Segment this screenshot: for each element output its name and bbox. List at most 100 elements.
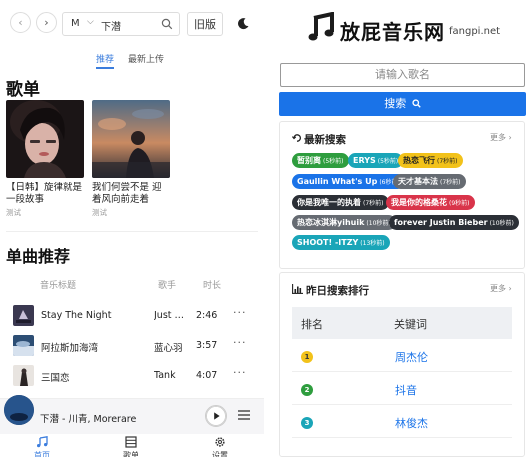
- recent-search-tag[interactable]: SHOOT! -ITZY (13秒前): [292, 235, 390, 250]
- tag-time: (10秒前): [489, 220, 514, 227]
- search-input[interactable]: M ⌵ 下潜: [62, 12, 180, 36]
- playlist-cover: [92, 100, 170, 178]
- bar-chart-icon: [292, 284, 303, 294]
- recent-search-tag[interactable]: ERYS (5秒前): [348, 153, 404, 168]
- rank-keyword-link[interactable]: 林俊杰: [395, 415, 428, 431]
- header-keyword: 关键词: [394, 318, 427, 331]
- back-button[interactable]: ‹: [10, 12, 31, 33]
- tag-name: 你是我唯一的执着: [297, 198, 361, 207]
- music-app-panel: ‹ › M ⌵ 下潜 旧版 推荐 最新上传 歌单 【日韩】旋律就是一段故事 测试…: [0, 0, 264, 457]
- tag-name: 天才基本法: [398, 177, 438, 186]
- song-row[interactable]: Stay The Night Just Ki... 2:46 ···: [0, 302, 264, 330]
- list-icon: [125, 436, 137, 448]
- play-button[interactable]: [205, 405, 227, 427]
- playlist-queue-icon[interactable]: [238, 409, 250, 421]
- recent-more-label: 更多: [490, 133, 506, 142]
- rank-badge: 1: [301, 351, 313, 363]
- song-duration: 3:57: [196, 340, 218, 351]
- ranking-more-link[interactable]: 更多 ›: [490, 283, 512, 294]
- playlist-subtitle: 测试: [92, 208, 107, 217]
- recent-search-tag[interactable]: 天才基本法 (7秒前): [393, 174, 466, 189]
- tag-time: (10秒前): [366, 220, 391, 227]
- tag-time: (7秒前): [363, 200, 384, 207]
- section-divider: [6, 231, 258, 232]
- search-icon[interactable]: [161, 18, 173, 30]
- search-query[interactable]: 下潜: [101, 18, 121, 33]
- song-row[interactable]: 阿拉斯加海湾 蓝心羽 3:57 ···: [0, 332, 264, 360]
- song-artist[interactable]: Tank: [154, 370, 190, 381]
- more-options-button[interactable]: ···: [233, 306, 247, 319]
- recent-search-tag[interactable]: 我是你的格桑花 (9秒前): [386, 195, 475, 210]
- bottom-navigation: 首页 歌单 设置: [0, 434, 264, 457]
- recent-search-tag[interactable]: 热恋飞行 (7秒前): [398, 153, 463, 168]
- ranking-more-label: 更多: [490, 284, 506, 293]
- tag-time: (13秒前): [360, 240, 385, 247]
- tag-time: (7秒前): [437, 158, 458, 165]
- recent-search-tag[interactable]: 热恋冰淇淋yihuik (10秒前): [292, 215, 396, 230]
- tag-name: 暂别离: [297, 156, 321, 165]
- nav-settings[interactable]: 设置: [200, 436, 240, 457]
- playlist-cover: [6, 100, 84, 178]
- ranking-row: 2 抖音: [292, 372, 512, 405]
- playlist-title: 我们何尝不是 迎着风向前走着: [92, 182, 162, 205]
- rank-keyword-link[interactable]: 周杰伦: [395, 349, 428, 365]
- nav-playlists[interactable]: 歌单: [111, 436, 151, 457]
- now-playing-title: 下潜 - 川青, Morerare: [40, 414, 137, 425]
- rank-badge: 3: [301, 417, 313, 429]
- tab-recommend[interactable]: 推荐: [96, 52, 114, 65]
- playlist-card[interactable]: 【日韩】旋律就是一段故事 测试: [6, 100, 84, 218]
- songs-heading: 单曲推荐: [6, 247, 71, 266]
- tag-name: forever Justin Bieber: [394, 218, 488, 227]
- search-source-select[interactable]: M: [71, 18, 80, 29]
- playlist-title: 【日韩】旋律就是一段故事: [6, 182, 83, 205]
- song-name: Stay The Night: [41, 310, 112, 321]
- song-artist[interactable]: Just Ki...: [154, 310, 190, 321]
- recent-search-tag[interactable]: forever Justin Bieber (10秒前): [389, 215, 519, 230]
- song-duration: 2:46: [196, 310, 218, 321]
- ranking-row: 3 林俊杰: [292, 405, 512, 438]
- search-icon: [412, 99, 421, 108]
- chevron-down-icon: ⌵: [87, 17, 94, 27]
- recent-more-link[interactable]: 更多 ›: [490, 132, 512, 143]
- playlist-card[interactable]: 我们何尝不是 迎着风向前走着 测试: [92, 100, 170, 218]
- tag-name: Gaullin What's Up: [297, 177, 378, 186]
- nav-label: 歌单: [123, 451, 139, 457]
- now-playing-cover[interactable]: [4, 395, 34, 425]
- tag-time: (9秒前): [449, 200, 470, 207]
- header-title: 音乐标题: [40, 281, 77, 291]
- nav-home[interactable]: 首页: [22, 436, 62, 457]
- more-options-button[interactable]: ···: [233, 366, 247, 379]
- chevron-left-icon: ‹: [18, 16, 23, 29]
- tag-name: SHOOT! -ITZY: [297, 238, 359, 247]
- song-thumbnail: [13, 365, 34, 386]
- forward-button[interactable]: ›: [36, 12, 57, 33]
- recent-search-tag[interactable]: 暂别离 (5秒前): [292, 153, 349, 168]
- rank-keyword-link[interactable]: 抖音: [395, 382, 417, 398]
- history-icon: [292, 134, 302, 142]
- song-search-input[interactable]: 请输入歌名: [280, 63, 525, 87]
- active-tab-indicator: [96, 67, 114, 69]
- moon-icon[interactable]: [236, 17, 250, 31]
- ranking-title: 昨日搜索排行: [306, 285, 369, 297]
- more-options-button[interactable]: ···: [233, 336, 247, 349]
- ranking-row: 1 周杰伦: [292, 339, 512, 372]
- logo-domain: fangpi.net: [449, 26, 501, 37]
- song-row[interactable]: 三国恋 Tank 4:07 ···: [0, 362, 264, 390]
- search-button[interactable]: 搜索: [279, 92, 526, 116]
- song-artist[interactable]: 蓝心羽: [154, 340, 190, 354]
- tab-latest[interactable]: 最新上传: [128, 52, 164, 65]
- nav-label: 首页: [34, 451, 50, 457]
- recent-search-tag[interactable]: 你是我唯一的执着 (7秒前): [292, 195, 389, 210]
- recent-search-tag[interactable]: Gaullin What's Up (6秒前): [292, 174, 405, 189]
- song-thumbnail: [13, 335, 34, 356]
- tag-name: 热恋飞行: [403, 156, 435, 165]
- playlist-heading: 歌单: [6, 80, 40, 100]
- old-version-button[interactable]: 旧版: [187, 12, 223, 36]
- tag-time: (7秒前): [440, 179, 461, 186]
- site-logo[interactable]: 放屁音乐网 fangpi.net: [308, 12, 508, 46]
- tag-time: (5秒前): [323, 158, 344, 165]
- music-note-icon: [37, 436, 48, 448]
- tag-name: ERYS: [353, 156, 376, 165]
- song-duration: 4:07: [196, 370, 218, 381]
- now-playing-bar[interactable]: 下潜 - 川青, Morerare: [0, 395, 264, 434]
